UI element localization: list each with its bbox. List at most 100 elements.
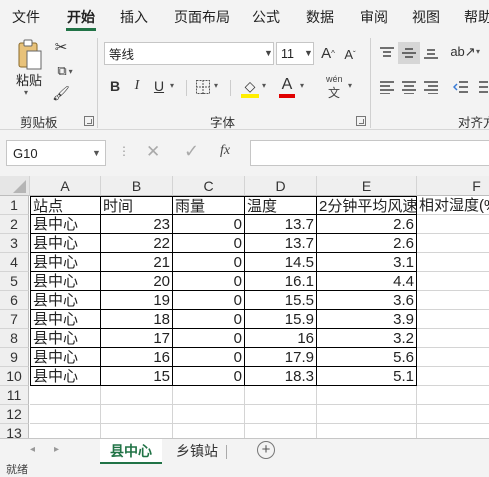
scroll-right-icon[interactable]: ▸ — [54, 444, 59, 455]
tab-view[interactable]: 视图 — [412, 7, 440, 27]
table-cell[interactable]: 县中心 — [30, 329, 101, 348]
fill-color-icon[interactable]: ◇ — [240, 76, 260, 96]
empty-cell[interactable] — [30, 405, 101, 424]
table-cell[interactable] — [417, 234, 489, 253]
empty-cell[interactable] — [173, 386, 245, 405]
row-header[interactable]: 10 — [0, 367, 29, 386]
table-cell[interactable]: 15.9 — [245, 310, 317, 329]
paste-label[interactable]: 粘贴 — [16, 70, 42, 89]
table-cell[interactable]: 23 — [101, 215, 173, 234]
font-launcher-icon[interactable] — [356, 116, 366, 126]
row-header[interactable]: 4 — [0, 253, 29, 272]
table-cell[interactable]: 县中心 — [30, 215, 101, 234]
tab-insert[interactable]: 插入 — [120, 7, 148, 27]
table-cell[interactable]: 县中心 — [30, 367, 101, 386]
name-box[interactable]: G10 — [6, 140, 106, 166]
grow-font-icon[interactable]: A ^ — [318, 42, 338, 64]
table-cell[interactable]: 0 — [173, 234, 245, 253]
empty-cell[interactable] — [101, 405, 173, 424]
align-bottom-icon[interactable] — [422, 44, 440, 62]
table-cell[interactable] — [417, 253, 489, 272]
format-painter-icon[interactable]: 🖌 — [52, 84, 70, 102]
row-header[interactable]: 11 — [0, 386, 29, 405]
empty-cell[interactable] — [30, 424, 101, 438]
table-cell[interactable]: 14.5 — [245, 253, 317, 272]
decrease-indent-icon[interactable] — [452, 78, 470, 96]
row-header[interactable]: 6 — [0, 291, 29, 310]
row-header[interactable]: 1 — [0, 196, 29, 215]
table-cell[interactable]: 20 — [101, 272, 173, 291]
table-cell[interactable] — [417, 272, 489, 291]
enter-icon[interactable]: ✓ — [184, 141, 199, 162]
table-cell[interactable]: 15 — [101, 367, 173, 386]
table-cell[interactable]: 3.9 — [317, 310, 417, 329]
table-cell[interactable]: 县中心 — [30, 234, 101, 253]
table-cell[interactable]: 0 — [173, 348, 245, 367]
tab-formulas[interactable]: 公式 — [252, 7, 280, 27]
table-cell[interactable]: 17.9 — [245, 348, 317, 367]
table-cell[interactable]: 0 — [173, 310, 245, 329]
table-cell[interactable] — [417, 367, 489, 386]
row-header[interactable]: 13 — [0, 424, 29, 438]
borders-icon[interactable] — [194, 78, 212, 96]
table-cell[interactable]: 0 — [173, 367, 245, 386]
table-cell[interactable]: 2.6 — [317, 215, 417, 234]
row-header[interactable]: 5 — [0, 272, 29, 291]
table-cell[interactable]: 县中心 — [30, 291, 101, 310]
increase-indent-icon[interactable] — [472, 78, 489, 96]
tab-data[interactable]: 数据 — [306, 7, 334, 27]
paste-icon[interactable] — [14, 38, 46, 74]
table-cell[interactable]: 0 — [173, 272, 245, 291]
font-color-icon[interactable]: A — [278, 75, 296, 95]
row-header[interactable]: 7 — [0, 310, 29, 329]
table-cell[interactable]: 18 — [101, 310, 173, 329]
row-header[interactable]: 2 — [0, 215, 29, 234]
worksheet-grid[interactable]: A B C D E F 1站点时间雨量温度2分钟平均风速相对湿度(%2县中心23… — [0, 176, 489, 438]
empty-cell[interactable] — [317, 424, 417, 438]
empty-cell[interactable] — [245, 424, 317, 438]
table-cell[interactable] — [417, 215, 489, 234]
row-header[interactable]: 12 — [0, 405, 29, 424]
header-cell[interactable]: 雨量 — [173, 196, 245, 215]
tab-review[interactable]: 审阅 — [360, 7, 388, 27]
empty-cell[interactable] — [30, 386, 101, 405]
chevron-down-icon[interactable]: ▾ — [214, 81, 218, 90]
header-cell[interactable]: 相对湿度(% — [417, 196, 489, 215]
table-cell[interactable]: 5.1 — [317, 367, 417, 386]
table-cell[interactable]: 19 — [101, 291, 173, 310]
empty-cell[interactable] — [245, 405, 317, 424]
empty-cell[interactable] — [317, 405, 417, 424]
align-center-icon[interactable] — [400, 78, 418, 96]
chevron-down-icon[interactable]: ▼ — [304, 48, 313, 58]
align-right-icon[interactable] — [422, 78, 440, 96]
tab-home[interactable]: 开始 — [67, 7, 95, 27]
table-cell[interactable]: 5.6 — [317, 348, 417, 367]
empty-cell[interactable] — [173, 405, 245, 424]
table-cell[interactable] — [417, 310, 489, 329]
paste-dropdown-icon[interactable]: ▾ — [24, 88, 28, 97]
table-cell[interactable]: 16 — [245, 329, 317, 348]
table-cell[interactable]: 13.7 — [245, 215, 317, 234]
clipboard-launcher-icon[interactable] — [84, 116, 94, 126]
column-header[interactable]: D — [245, 176, 317, 196]
scroll-left-icon[interactable]: ◂ — [30, 444, 35, 455]
table-cell[interactable]: 3.6 — [317, 291, 417, 310]
table-cell[interactable]: 县中心 — [30, 348, 101, 367]
copy-icon[interactable]: ⧉ ▾ — [52, 62, 78, 80]
table-cell[interactable]: 0 — [173, 329, 245, 348]
row-header[interactable]: 3 — [0, 234, 29, 253]
column-header[interactable]: A — [30, 176, 101, 196]
tab-file[interactable]: 文件 — [12, 7, 40, 27]
table-cell[interactable] — [417, 348, 489, 367]
empty-cell[interactable] — [173, 424, 245, 438]
header-cell[interactable]: 温度 — [245, 196, 317, 215]
empty-cell[interactable] — [417, 386, 489, 405]
table-cell[interactable]: 0 — [173, 253, 245, 272]
add-sheet-icon[interactable]: + — [257, 441, 275, 459]
table-cell[interactable]: 3.1 — [317, 253, 417, 272]
tab-help[interactable]: 帮助 — [464, 7, 489, 27]
table-cell[interactable]: 21 — [101, 253, 173, 272]
header-cell[interactable]: 时间 — [101, 196, 173, 215]
chevron-down-icon[interactable]: ▼ — [92, 148, 101, 158]
row-header[interactable]: 8 — [0, 329, 29, 348]
